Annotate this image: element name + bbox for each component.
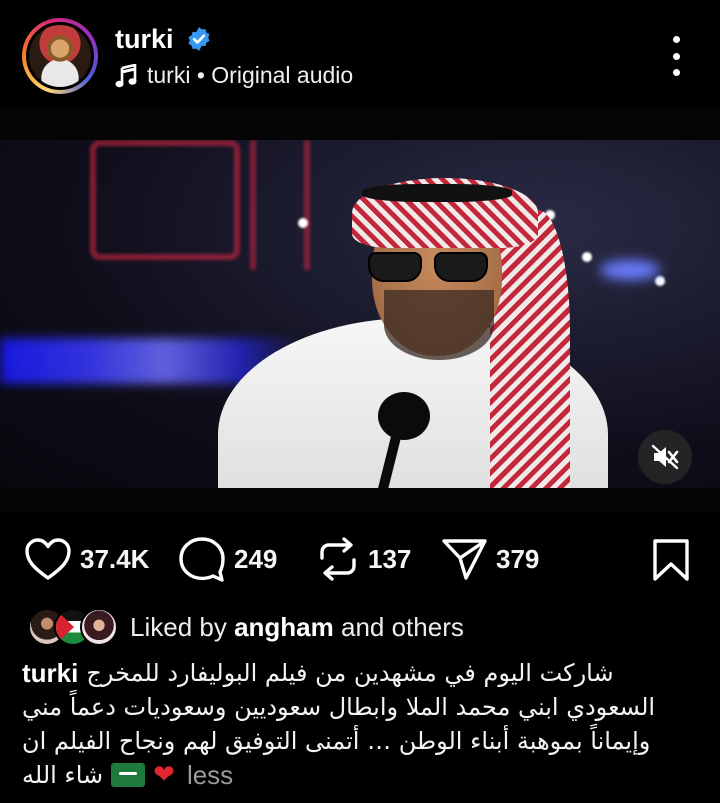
share-count: 379: [496, 543, 540, 574]
liked-by-text: Liked by angham and others: [130, 611, 464, 642]
music-note-icon: [115, 63, 137, 87]
save-button[interactable]: [652, 538, 690, 587]
more-options-button[interactable]: [662, 36, 690, 76]
caption-text: شاء الله: [22, 761, 104, 789]
caption-text: وإيماناً بموهبة أبناء الوطن … أتمنى التو…: [22, 727, 651, 755]
bookmark-icon: [653, 539, 689, 581]
like-count: 37.4K: [80, 543, 150, 574]
like-button[interactable]: 37.4K: [24, 530, 149, 588]
comment-count: 249: [234, 543, 278, 574]
repost-button[interactable]: 137: [316, 530, 411, 588]
mute-toggle-button[interactable]: [638, 430, 692, 484]
caption-line: وإيماناً بموهبة أبناء الوطن … أتمنى التو…: [22, 724, 672, 758]
liker-username[interactable]: angham: [234, 612, 334, 642]
verified-badge-icon: [188, 27, 210, 51]
reel-video[interactable]: [0, 108, 720, 512]
post-actions: 37.4K 249 137 379: [0, 530, 720, 590]
video-frame: [0, 140, 720, 488]
profile-avatar[interactable]: [26, 22, 94, 90]
speaker-muted-icon: [651, 444, 679, 470]
red-heart-icon: ❤: [153, 760, 175, 790]
caption-line: شاء الله ❤ less: [22, 758, 672, 792]
caption-line: turki شاركت اليوم في مشهدين من فيلم البو…: [22, 656, 672, 690]
share-button[interactable]: 379: [440, 530, 539, 588]
audio-label: turki • Original audio: [147, 62, 354, 88]
username[interactable]: turki: [115, 24, 174, 55]
liked-by-row[interactable]: Liked by angham and others: [28, 607, 464, 647]
post-caption: turki شاركت اليوم في مشهدين من فيلم البو…: [22, 656, 672, 792]
original-audio-link[interactable]: turki • Original audio: [115, 62, 353, 89]
caption-text: السعودي ابني محمد الملا وابطال سعوديين و…: [22, 693, 656, 721]
caption-username[interactable]: turki: [22, 656, 78, 690]
paper-plane-icon: [442, 539, 487, 580]
profile-avatar-ring[interactable]: [22, 18, 98, 94]
comment-button[interactable]: 249: [178, 530, 277, 588]
repost-icon: [320, 537, 356, 581]
liker-avatar: [80, 608, 118, 646]
repost-count: 137: [368, 543, 412, 574]
heart-icon: [25, 538, 71, 580]
more-vertical-icon: [672, 36, 680, 43]
caption-text: شاركت اليوم في مشهدين من فيلم البوليفارد…: [86, 659, 614, 687]
post-header: turki turki • Original audio: [0, 0, 720, 108]
less-link[interactable]: less: [187, 758, 233, 792]
comment-bubble-icon: [179, 537, 225, 582]
caption-line: السعودي ابني محمد الملا وابطال سعوديين و…: [22, 690, 672, 724]
saudi-flag-icon: [111, 763, 146, 787]
